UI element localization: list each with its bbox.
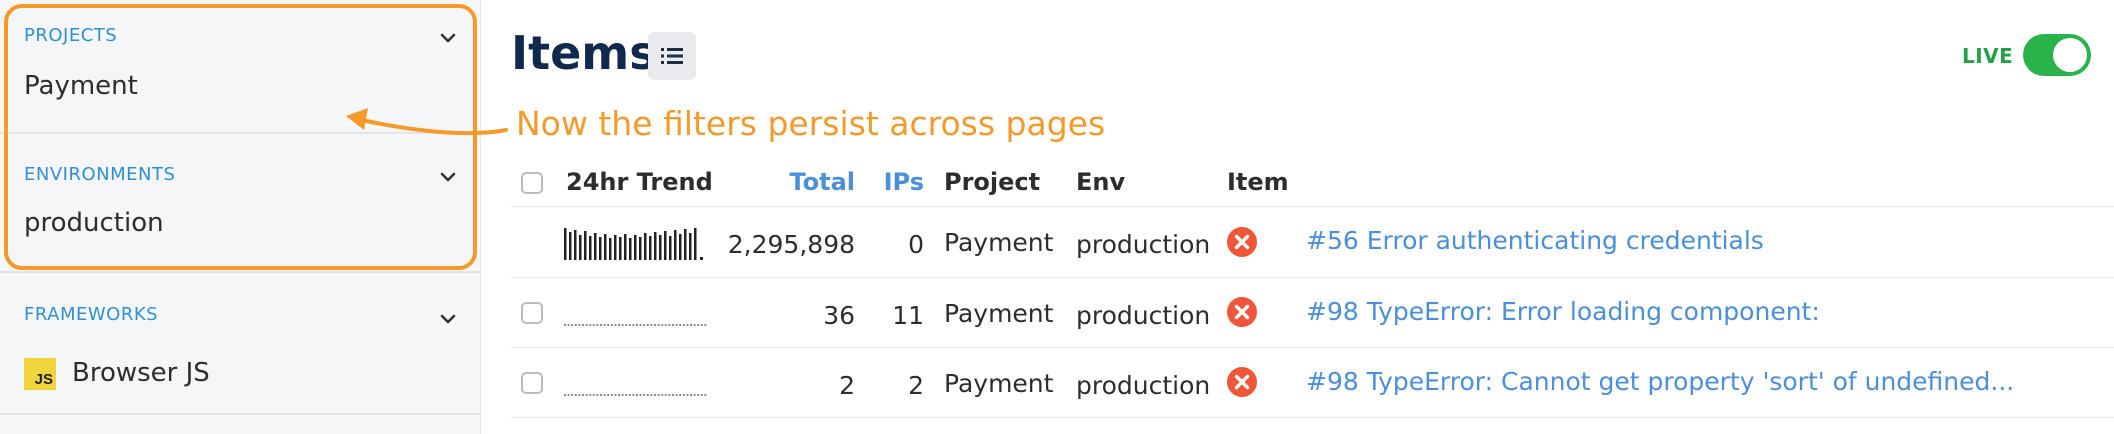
- cell-project: Payment: [944, 299, 1054, 328]
- column-header-ips[interactable]: IPs: [870, 168, 924, 196]
- trend-sparkline: [564, 394, 708, 396]
- cell-env: production: [1076, 371, 1211, 400]
- filter-value-project[interactable]: Payment: [24, 71, 138, 101]
- cell-env: production: [1076, 230, 1211, 259]
- filter-value-environment[interactable]: production: [24, 208, 164, 238]
- trend-sparkline: [564, 228, 703, 260]
- column-header-item: Item: [1227, 168, 1289, 196]
- filter-sidebar: PROJECTS Payment ENVIRONMENTS production…: [0, 0, 481, 434]
- column-header-total[interactable]: Total: [760, 168, 855, 196]
- cell-ips: 0: [908, 230, 924, 259]
- item-link[interactable]: #98 TypeError: Error loading component:: [1306, 297, 1820, 326]
- cell-total: 2: [839, 371, 855, 400]
- filter-value-framework[interactable]: Browser JS: [72, 358, 210, 388]
- callout-text: Now the filters persist across pages: [516, 104, 1106, 143]
- column-header-project: Project: [944, 168, 1041, 196]
- cell-total: 2,295,898: [727, 230, 855, 259]
- column-header-trend: 24hr Trend: [566, 168, 713, 196]
- live-toggle[interactable]: [2023, 34, 2091, 76]
- error-level-icon: [1227, 367, 1257, 397]
- callout-arrow-icon: [346, 108, 508, 136]
- list-view-button[interactable]: [648, 32, 696, 80]
- cell-project: Payment: [944, 228, 1054, 257]
- cell-total: 36: [823, 301, 855, 330]
- toggle-knob: [2053, 38, 2087, 72]
- error-level-icon: [1227, 227, 1257, 257]
- row-divider: [511, 417, 2114, 418]
- page-title: Items: [511, 26, 657, 80]
- cell-env: production: [1076, 301, 1211, 330]
- filter-section-title: ENVIRONMENTS: [24, 164, 176, 185]
- list-icon: [661, 48, 683, 64]
- cell-ips: 2: [908, 371, 924, 400]
- row-checkbox[interactable]: [521, 302, 543, 324]
- chevron-down-icon[interactable]: [437, 308, 459, 330]
- js-framework-icon: JS: [24, 358, 56, 390]
- error-level-icon: [1227, 297, 1257, 327]
- row-divider: [511, 206, 2114, 207]
- live-label: LIVE: [1962, 44, 2014, 68]
- chevron-down-icon[interactable]: [437, 27, 459, 49]
- item-link[interactable]: #56 Error authenticating credentials: [1306, 226, 1764, 255]
- column-header-env: Env: [1076, 168, 1126, 196]
- filter-section-frameworks[interactable]: FRAMEWORKS JS Browser JS: [0, 273, 481, 415]
- item-link[interactable]: #98 TypeError: Cannot get property 'sort…: [1306, 367, 2014, 396]
- row-divider: [511, 347, 2114, 348]
- cell-project: Payment: [944, 369, 1054, 398]
- cell-ips: 11: [892, 301, 924, 330]
- row-divider: [511, 277, 2114, 278]
- select-all-checkbox[interactable]: [521, 172, 543, 194]
- filter-section-title: FRAMEWORKS: [24, 304, 159, 325]
- filter-section-title: PROJECTS: [24, 25, 118, 46]
- row-checkbox[interactable]: [521, 372, 543, 394]
- trend-sparkline: [564, 324, 708, 326]
- chevron-down-icon[interactable]: [437, 166, 459, 188]
